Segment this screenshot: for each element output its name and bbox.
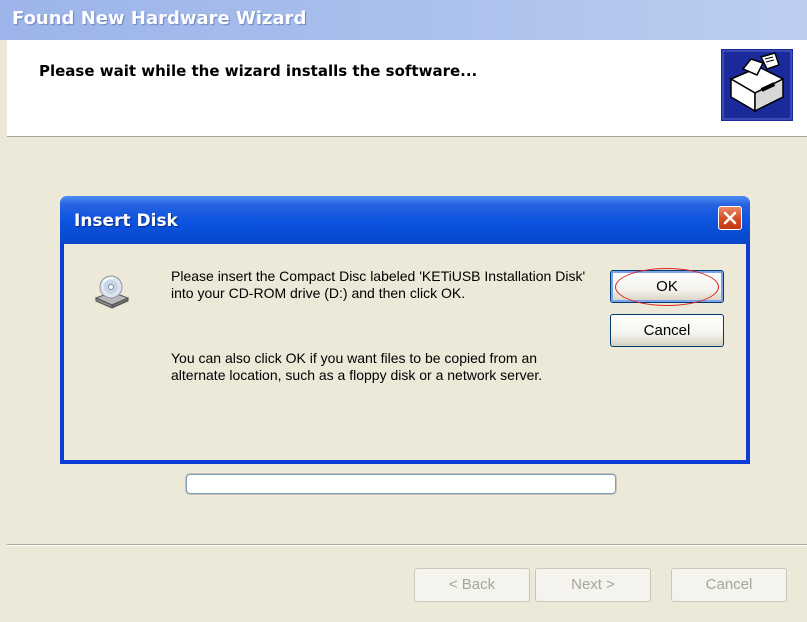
- footer-separator: [7, 544, 807, 546]
- hardware-install-icon: [721, 49, 793, 121]
- next-button[interactable]: Next >: [535, 568, 651, 602]
- header-text: Please wait while the wizard installs th…: [39, 62, 478, 80]
- cd-drive-icon: [94, 275, 130, 309]
- dialog-cancel-button[interactable]: Cancel: [610, 314, 724, 347]
- alternate-location-message: You can also click OK if you want files …: [171, 350, 543, 383]
- insert-disc-message: Please insert the Compact Disc labeled '…: [171, 268, 586, 301]
- close-icon: [723, 211, 737, 225]
- ok-annotation-circle: [615, 268, 719, 306]
- close-button[interactable]: [718, 206, 742, 230]
- dialog-title: Insert Disk: [74, 211, 178, 231]
- back-button[interactable]: < Back: [414, 568, 530, 602]
- install-progress-bar: [186, 474, 616, 494]
- dialog-titlebar[interactable]: Insert Disk: [60, 196, 750, 244]
- wizard-title: Found New Hardware Wizard: [12, 8, 307, 29]
- wizard-cancel-button[interactable]: Cancel: [671, 568, 787, 602]
- found-new-hardware-wizard: Found New Hardware Wizard Please wait wh…: [0, 0, 807, 622]
- insert-disk-dialog: Insert Disk Please insert the Compact Di…: [60, 196, 750, 464]
- wizard-left-edge: [0, 40, 7, 622]
- wizard-titlebar[interactable]: Found New Hardware Wizard: [0, 0, 807, 40]
- wizard-header: Please wait while the wizard installs th…: [7, 40, 807, 137]
- dialog-body: Please insert the Compact Disc labeled '…: [64, 244, 746, 460]
